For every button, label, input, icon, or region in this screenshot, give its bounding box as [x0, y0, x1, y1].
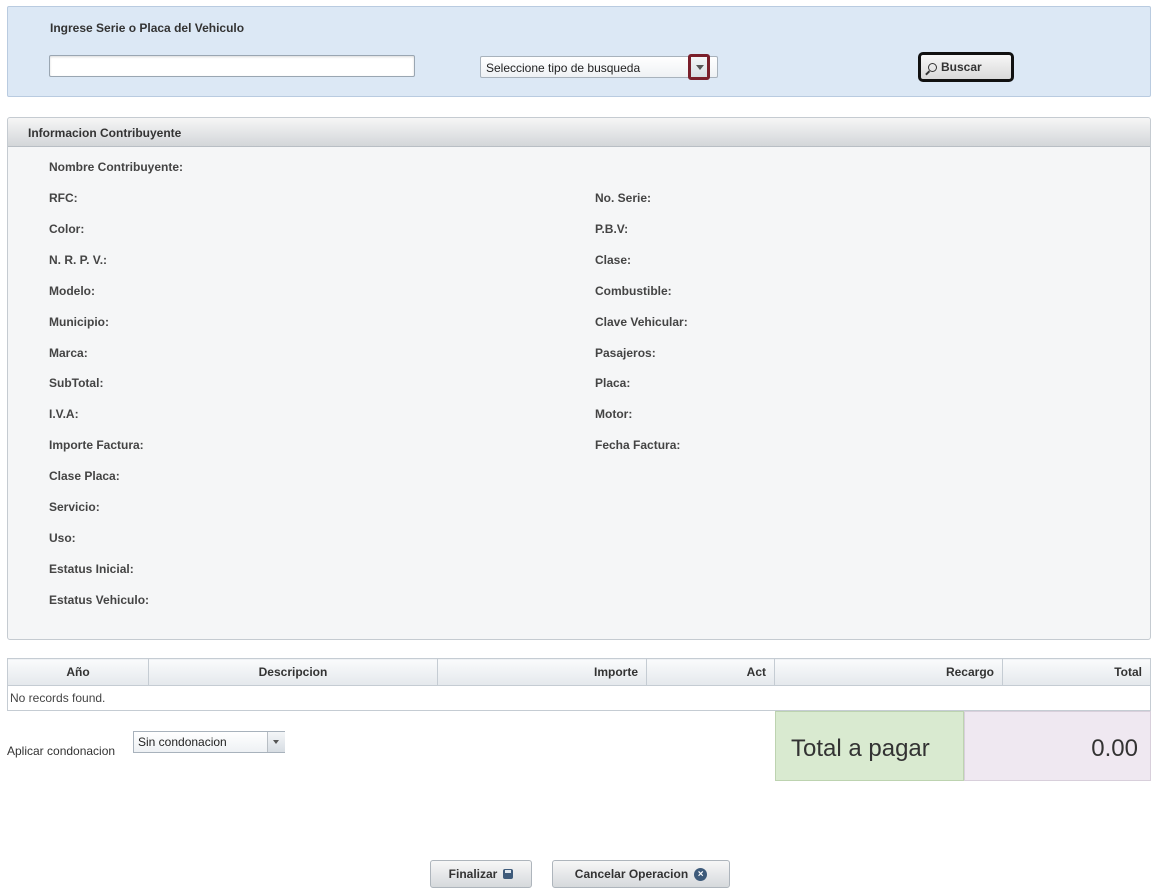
- save-icon: [503, 869, 514, 879]
- chevron-down-icon[interactable]: [267, 732, 285, 752]
- condonacion-label: Aplicar condonacion: [7, 744, 116, 758]
- col-recargo[interactable]: Recargo: [774, 658, 1003, 686]
- info-panel-header[interactable]: Informacion Contribuyente: [8, 118, 1150, 147]
- field-importe-factura: Importe Factura:: [49, 438, 144, 452]
- cancelar-label: Cancelar Operacion: [574, 867, 689, 881]
- field-combustible: Combustible:: [595, 284, 672, 298]
- field-municipio: Municipio:: [49, 315, 109, 329]
- cancelar-button[interactable]: Cancelar Operacion ×: [552, 860, 730, 888]
- field-pasajeros: Pasajeros:: [595, 346, 656, 360]
- buscar-button[interactable]: Buscar: [918, 52, 1014, 82]
- search-label: Ingrese Serie o Placa del Vehiculo: [50, 21, 245, 35]
- total-value-box: 0.00: [964, 711, 1151, 781]
- field-motor: Motor:: [595, 407, 633, 421]
- chevron-down-icon[interactable]: [688, 54, 710, 80]
- field-clase: Clase:: [595, 253, 632, 267]
- field-rfc: RFC:: [49, 191, 78, 205]
- field-clase-placa: Clase Placa:: [49, 469, 120, 483]
- col-descripcion[interactable]: Descripcion: [148, 658, 438, 686]
- col-importe[interactable]: Importe: [437, 658, 647, 686]
- empty-message: No records found.: [7, 685, 1151, 711]
- finalizar-label: Finalizar: [448, 867, 498, 881]
- search-panel: Ingrese Serie o Placa del Vehiculo Selec…: [7, 6, 1151, 97]
- field-nrpv: N. R. P. V.:: [49, 253, 108, 267]
- field-estatus-inicial: Estatus Inicial:: [49, 562, 134, 576]
- field-uso: Uso:: [49, 531, 76, 545]
- field-pbv: P.B.V:: [595, 222, 629, 236]
- total-label-box: Total a pagar: [775, 711, 964, 781]
- search-type-value: Seleccione tipo de busqueda: [486, 61, 641, 75]
- condonacion-select[interactable]: Sin condonacion: [133, 731, 285, 753]
- field-clave-vehicular: Clave Vehicular:: [595, 315, 688, 329]
- field-fecha-factura: Fecha Factura:: [595, 438, 681, 452]
- condonacion-value: Sin condonacion: [138, 735, 227, 749]
- search-icon: [928, 62, 937, 72]
- finalizar-button[interactable]: Finalizar: [430, 860, 532, 888]
- col-anio[interactable]: Año: [7, 658, 149, 686]
- col-act[interactable]: Act: [646, 658, 775, 686]
- field-modelo: Modelo:: [49, 284, 95, 298]
- field-iva: I.V.A:: [49, 407, 79, 421]
- buscar-label: Buscar: [941, 60, 982, 74]
- field-placa: Placa:: [595, 376, 631, 390]
- close-circle-icon: ×: [694, 867, 708, 881]
- search-type-box[interactable]: Seleccione tipo de busqueda: [480, 56, 718, 78]
- field-nombre-contribuyente: Nombre Contribuyente:: [49, 160, 184, 174]
- table-row: No records found.: [7, 685, 1151, 711]
- field-estatus-vehiculo: Estatus Vehiculo:: [49, 593, 150, 607]
- field-no-serie: No. Serie:: [595, 191, 652, 205]
- info-panel: Informacion Contribuyente Nombre Contrib…: [7, 117, 1151, 640]
- search-type-select[interactable]: Seleccione tipo de busqueda: [480, 54, 720, 80]
- cargos-table: Año Descripcion Importe Act Recargo Tota…: [7, 658, 1151, 711]
- total-label: Total a pagar: [791, 735, 930, 762]
- total-value: 0.00: [1091, 735, 1138, 762]
- col-total[interactable]: Total: [1002, 658, 1151, 686]
- field-servicio: Servicio:: [49, 500, 100, 514]
- field-subtotal: SubTotal:: [49, 376, 104, 390]
- search-input[interactable]: [49, 55, 415, 77]
- info-panel-title: Informacion Contribuyente: [28, 126, 182, 140]
- field-marca: Marca:: [49, 346, 88, 360]
- field-color: Color:: [49, 222, 85, 236]
- table-header-row: Año Descripcion Importe Act Recargo Tota…: [7, 658, 1151, 686]
